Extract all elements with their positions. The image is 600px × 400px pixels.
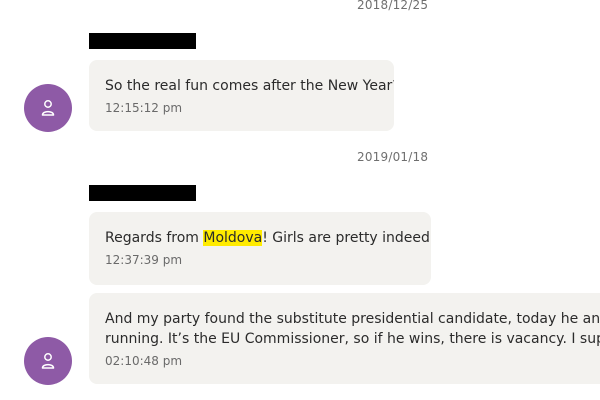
message-bubble: And my party found the substitute presid… [89,293,600,384]
message-text-part: ! Girls are pretty indeed:) [262,230,431,246]
message-timestamp: 02:10:48 pm [105,354,183,368]
message-text-line: And my party found the substitute presid… [105,311,600,327]
person-icon [41,353,55,369]
date-separator: 2019/01/18 [357,150,429,164]
message-timestamp: 12:15:12 pm [105,101,183,115]
message-text-part: Regards from [105,230,204,246]
contact-avatar[interactable] [24,84,72,132]
redacted-sender-name [89,185,196,201]
person-icon [41,100,55,116]
redacted-sender-name [89,33,196,49]
message-text-line: running. It’s the EU Commissioner, so if… [105,331,600,347]
contact-avatar[interactable] [24,337,72,385]
message-text: So the real fun comes after the New Year… [105,78,394,94]
message-bubble: So the real fun comes after the New Year… [89,60,394,131]
message-bubble: Regards from Moldova! Girls are pretty i… [89,212,431,285]
chat-thread: 2018/12/25 So the real fun comes after t… [0,0,600,400]
message-text: Regards from Moldova! Girls are pretty i… [105,228,431,248]
date-separator: 2018/12/25 [357,0,429,12]
message-timestamp: 12:37:39 pm [105,253,183,267]
search-highlight: Moldova [203,230,263,246]
